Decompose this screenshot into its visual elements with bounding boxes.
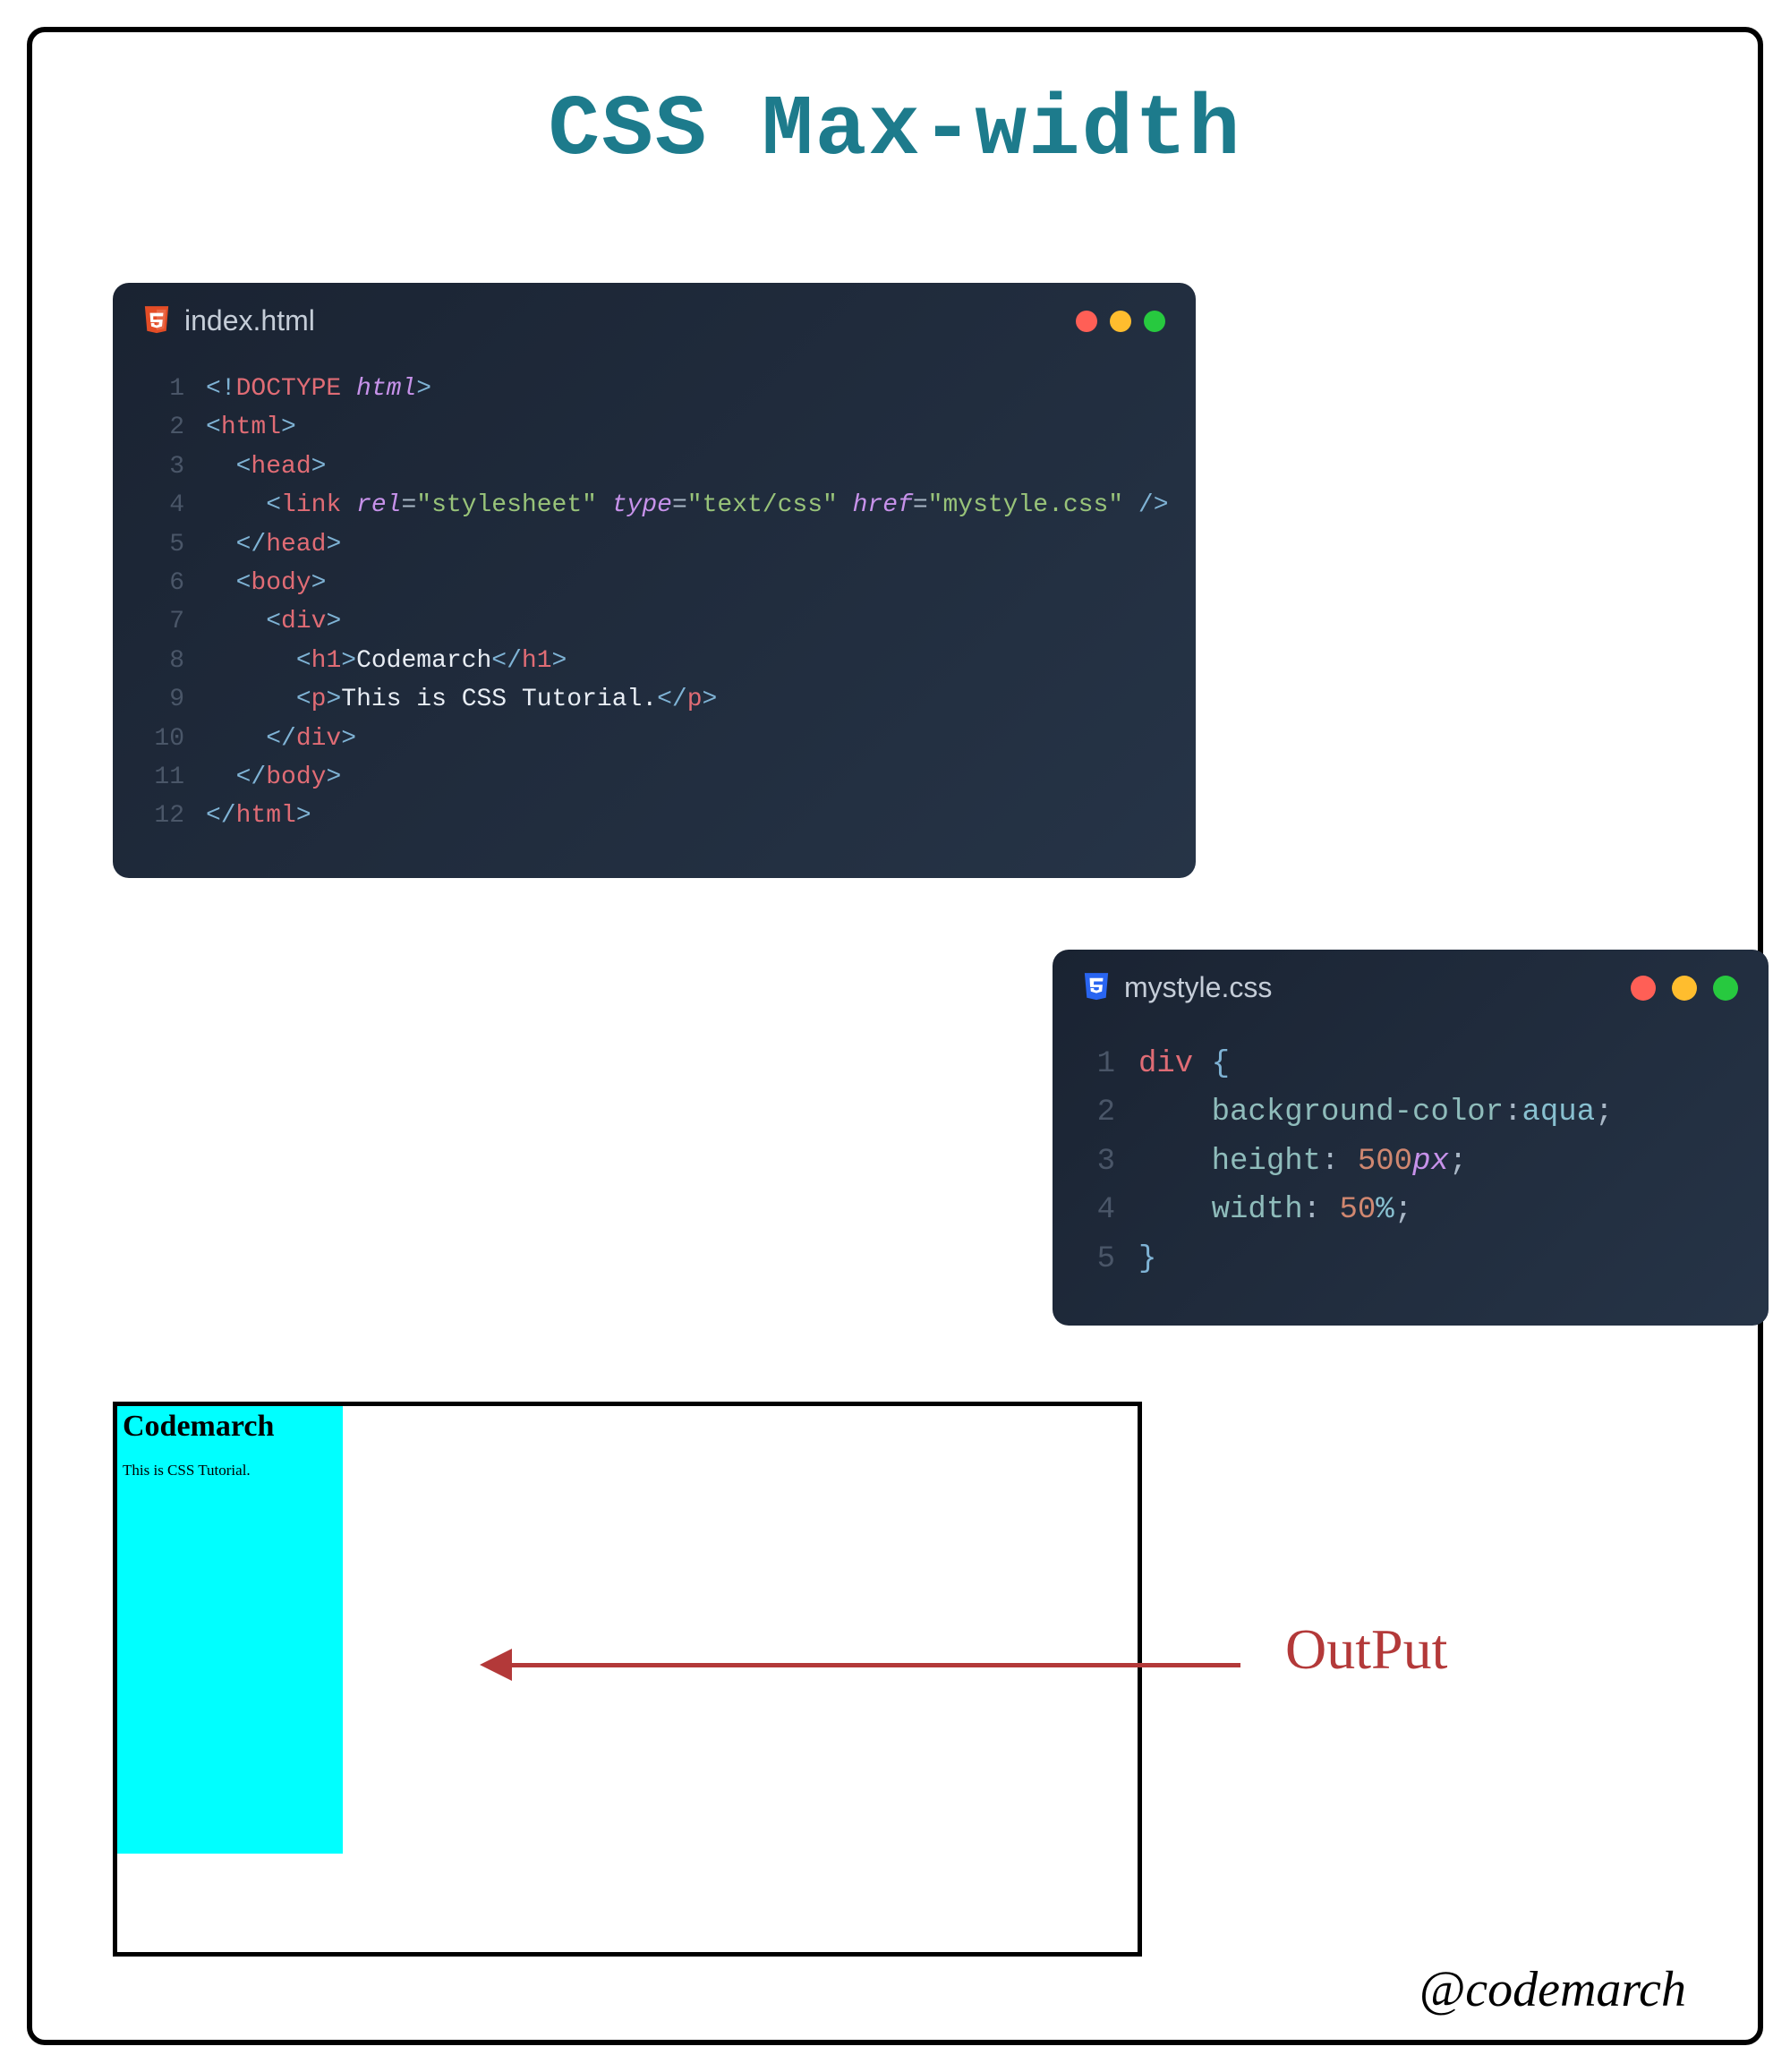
line-number: 12 (140, 797, 184, 835)
code-line: 1div { (1083, 1040, 1738, 1088)
line-number: 3 (1083, 1138, 1115, 1186)
window-header: index.html (113, 283, 1196, 348)
page-title: CSS Max-width (32, 81, 1758, 179)
css-code-body: 1div { 2 background-color:aqua; 3 height… (1053, 1015, 1769, 1309)
line-number: 9 (140, 680, 184, 719)
line-number: 10 (140, 720, 184, 758)
close-icon[interactable] (1076, 311, 1097, 332)
minimize-icon[interactable] (1110, 311, 1131, 332)
code-line: 2 background-color:aqua; (1083, 1088, 1738, 1137)
line-number: 11 (140, 758, 184, 797)
arrow-line-icon (507, 1663, 1240, 1667)
window-filename: index.html (184, 304, 315, 337)
output-paragraph: This is CSS Tutorial. (123, 1462, 337, 1479)
author-handle: @codemarch (1419, 1961, 1686, 2018)
code-line: 3 <head> (140, 448, 1169, 486)
code-line: 3 height: 500px; (1083, 1138, 1738, 1186)
document-frame: CSS Max-width index.html 1<!DOCTYPE html… (27, 27, 1763, 2045)
line-number: 6 (140, 564, 184, 602)
output-label: OutPut (1285, 1616, 1447, 1683)
window-title-group: index.html (143, 304, 315, 337)
arrow-head-icon (480, 1649, 512, 1681)
code-line: 4 <link rel="stylesheet" type="text/css"… (140, 486, 1169, 524)
code-line: 9 <p>This is CSS Tutorial.</p> (140, 680, 1169, 719)
line-number: 2 (140, 408, 184, 447)
line-number: 8 (140, 642, 184, 680)
window-controls (1631, 976, 1738, 1001)
html-code-window: index.html 1<!DOCTYPE html> 2<html> 3 <h… (113, 283, 1196, 878)
code-line: 4 width: 50%; (1083, 1186, 1738, 1234)
line-number: 4 (1083, 1186, 1115, 1234)
window-header: mystyle.css (1053, 950, 1769, 1015)
code-line: 5 </head> (140, 525, 1169, 564)
code-line: 10 </div> (140, 720, 1169, 758)
line-number: 3 (140, 448, 184, 486)
code-line: 7 <div> (140, 602, 1169, 641)
close-icon[interactable] (1631, 976, 1656, 1001)
line-number: 2 (1083, 1088, 1115, 1137)
maximize-icon[interactable] (1713, 976, 1738, 1001)
code-line: 12</html> (140, 797, 1169, 835)
window-controls (1076, 311, 1165, 332)
html5-icon (143, 306, 170, 337)
line-number: 7 (140, 602, 184, 641)
html-code-body: 1<!DOCTYPE html> 2<html> 3 <head> 4 <lin… (113, 348, 1196, 863)
line-number: 1 (140, 370, 184, 408)
css-code-window: mystyle.css 1div { 2 background-color:aq… (1053, 950, 1769, 1326)
css3-icon (1083, 973, 1110, 1003)
code-line: 8 <h1>Codemarch</h1> (140, 642, 1169, 680)
maximize-icon[interactable] (1144, 311, 1165, 332)
line-number: 4 (140, 486, 184, 524)
window-title-group: mystyle.css (1083, 971, 1272, 1004)
line-number: 1 (1083, 1040, 1115, 1088)
window-filename: mystyle.css (1124, 971, 1272, 1004)
output-heading: Codemarch (123, 1410, 337, 1444)
code-line: 6 <body> (140, 564, 1169, 602)
output-div: Codemarch This is CSS Tutorial. (117, 1406, 343, 1854)
code-line: 2<html> (140, 408, 1169, 447)
minimize-icon[interactable] (1672, 976, 1697, 1001)
code-line: 1<!DOCTYPE html> (140, 370, 1169, 408)
code-line: 11 </body> (140, 758, 1169, 797)
output-arrow (480, 1638, 1258, 1692)
line-number: 5 (1083, 1235, 1115, 1283)
code-line: 5} (1083, 1235, 1738, 1283)
line-number: 5 (140, 525, 184, 564)
